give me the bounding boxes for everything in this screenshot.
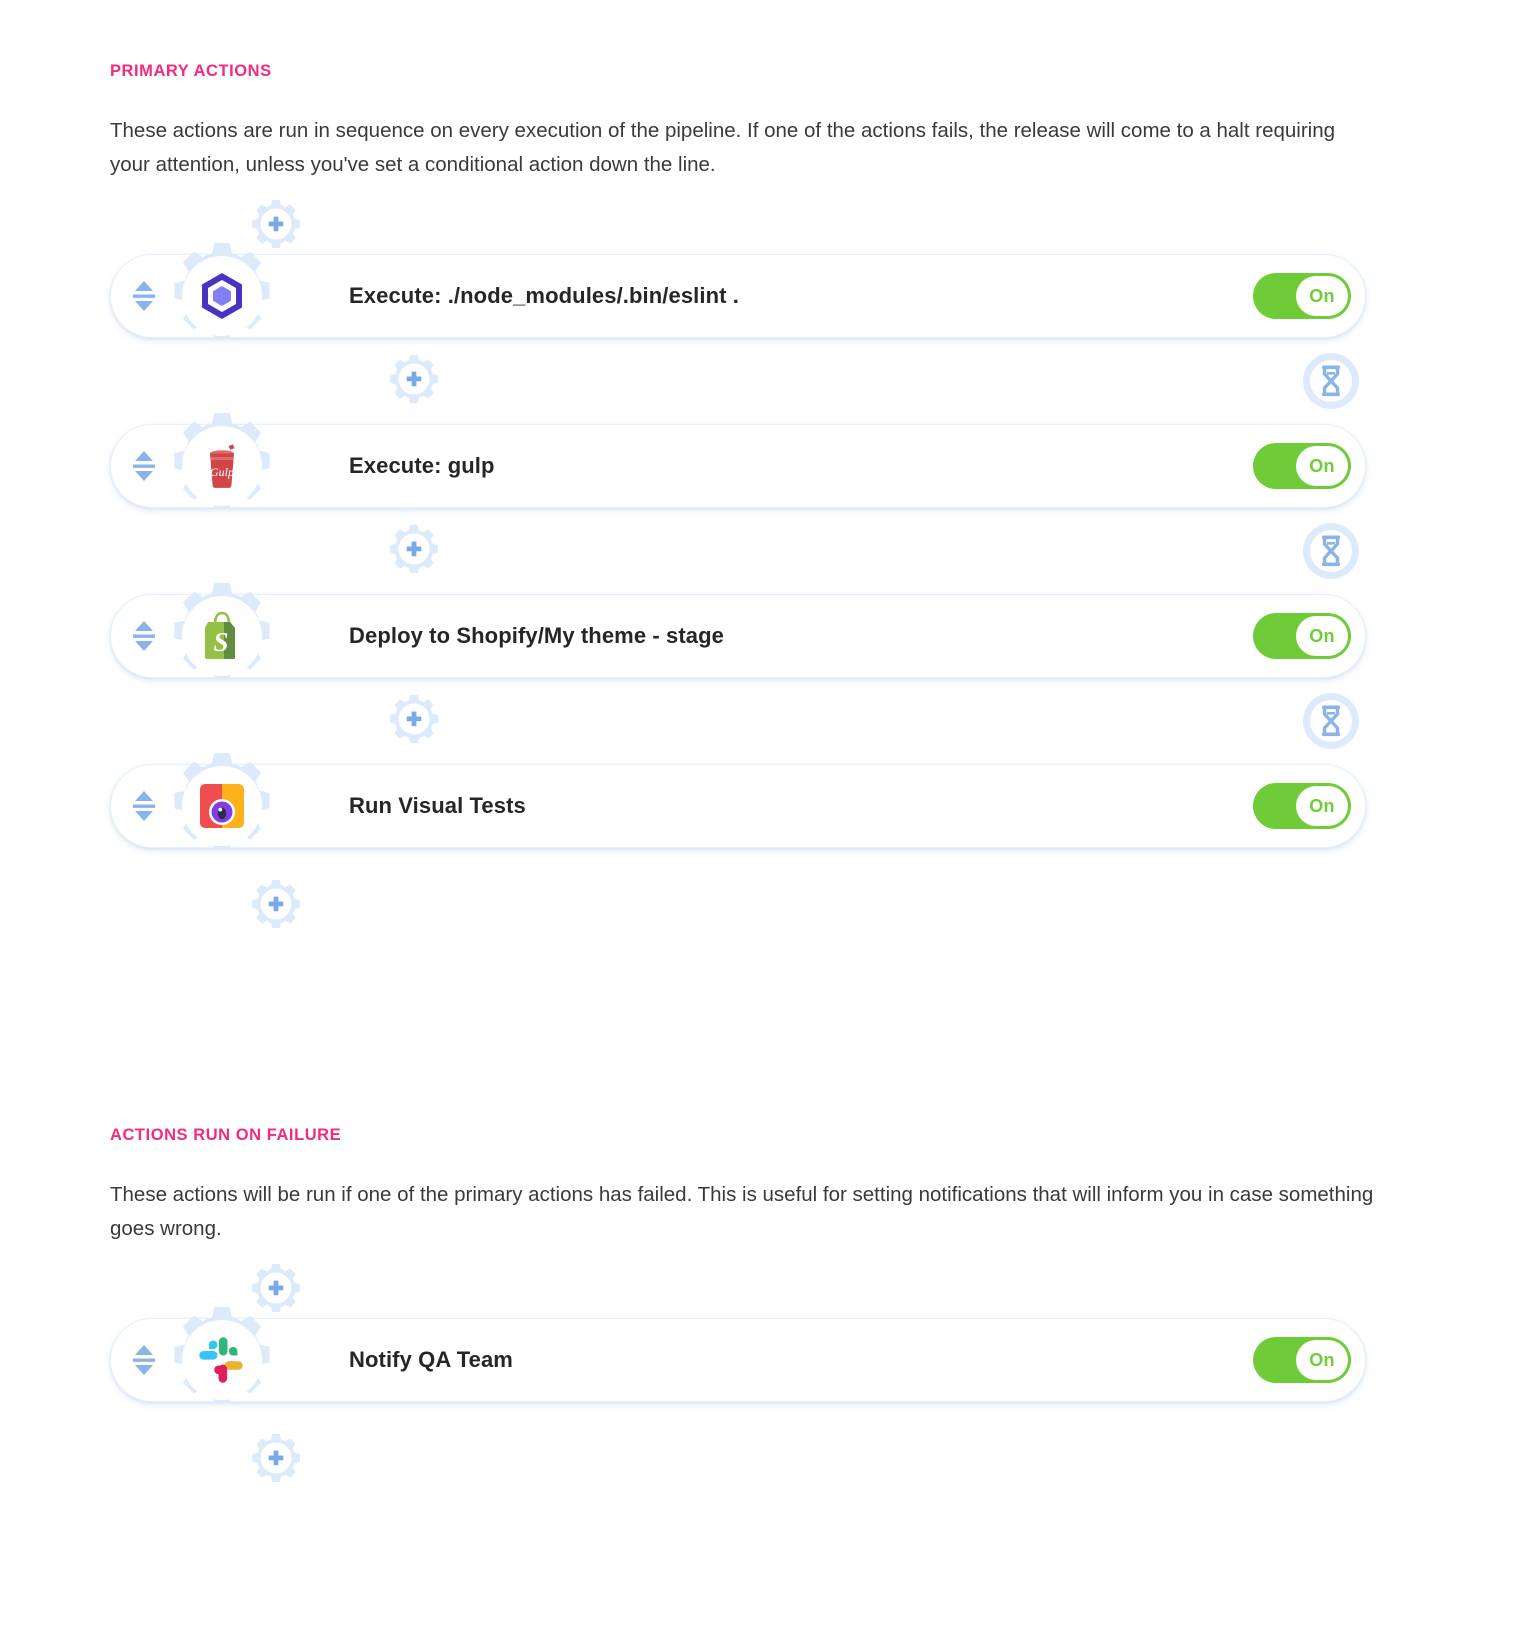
gulp-icon: Gulp (182, 426, 262, 506)
section-primary-actions: PRIMARY ACTIONS These actions are run in… (0, 62, 1534, 182)
svg-text:S: S (213, 627, 228, 657)
svg-text:Gulp: Gulp (210, 465, 234, 479)
action-toggle[interactable]: On (1253, 783, 1351, 829)
section-failure-actions: ACTIONS RUN ON FAILURE These actions wil… (0, 1126, 1534, 1246)
action-toggle[interactable]: On (1253, 273, 1351, 319)
eslint-icon (182, 256, 262, 336)
action-label: Execute: ./node_modules/.bin/eslint . (349, 283, 739, 308)
action-toggle[interactable]: On (1253, 443, 1351, 489)
slack-icon (182, 1320, 262, 1400)
section-description-failure: These actions will be run if one of the … (110, 1183, 1374, 1240)
action-row[interactable]: Execute: ./node_modules/.bin/eslint . On (110, 243, 1366, 339)
add-action-button-2[interactable] (386, 523, 442, 579)
action-row[interactable]: Gulp Execute: gulp On (110, 413, 1366, 509)
action-icon[interactable]: Gulp (167, 411, 277, 521)
action-icon[interactable] (167, 241, 277, 351)
action-icon[interactable]: S (167, 581, 277, 691)
add-action-button-3[interactable] (386, 693, 442, 749)
action-toggle-label: On (1296, 446, 1348, 486)
plus-icon[interactable] (386, 353, 442, 409)
section-title-failure: ACTIONS RUN ON FAILURE (110, 1126, 342, 1144)
action-toggle[interactable]: On (1253, 1337, 1351, 1383)
action-toggle-label: On (1296, 616, 1348, 656)
add-action-button-4[interactable] (248, 878, 304, 934)
action-toggle-label: On (1296, 786, 1348, 826)
hourglass-icon[interactable] (1302, 692, 1360, 750)
action-icon[interactable] (167, 751, 277, 861)
action-row[interactable]: Notify QA Team On (110, 1307, 1366, 1403)
shopify-icon: S (182, 596, 262, 676)
plus-icon[interactable] (248, 1432, 304, 1488)
action-row[interactable]: Run Visual Tests On (110, 753, 1366, 849)
pipeline-gap (110, 508, 1366, 594)
plus-icon[interactable] (248, 878, 304, 934)
action-label: Run Visual Tests (349, 793, 526, 818)
pipeline-gap (110, 338, 1366, 424)
action-label: Notify QA Team (349, 1347, 513, 1372)
hourglass-icon[interactable] (1302, 522, 1360, 580)
failure-actions-pipeline: Notify QA Team On (0, 1262, 1534, 1488)
primary-actions-pipeline: Execute: ./node_modules/.bin/eslint . On (0, 198, 1534, 934)
action-toggle-label: On (1296, 276, 1348, 316)
section-description-primary: These actions are run in sequence on eve… (110, 119, 1336, 176)
action-toggle[interactable]: On (1253, 613, 1351, 659)
action-toggle-label: On (1296, 1340, 1348, 1380)
add-action-button-1[interactable] (386, 353, 442, 409)
plus-icon[interactable] (386, 693, 442, 749)
action-icon[interactable] (167, 1305, 277, 1415)
action-label: Deploy to Shopify/My theme - stage (349, 623, 725, 648)
pipeline-gap (110, 678, 1366, 764)
add-failure-action-button-1[interactable] (248, 1432, 304, 1488)
applitools-icon (182, 766, 262, 846)
action-label: Execute: gulp (349, 453, 495, 478)
action-row[interactable]: S Deploy to Shopify/My theme - stage On (110, 583, 1366, 679)
pipeline-actions-page: PRIMARY ACTIONS These actions are run in… (0, 0, 1534, 1630)
plus-icon[interactable] (386, 523, 442, 579)
hourglass-icon[interactable] (1302, 352, 1360, 410)
section-title-primary: PRIMARY ACTIONS (110, 62, 272, 80)
